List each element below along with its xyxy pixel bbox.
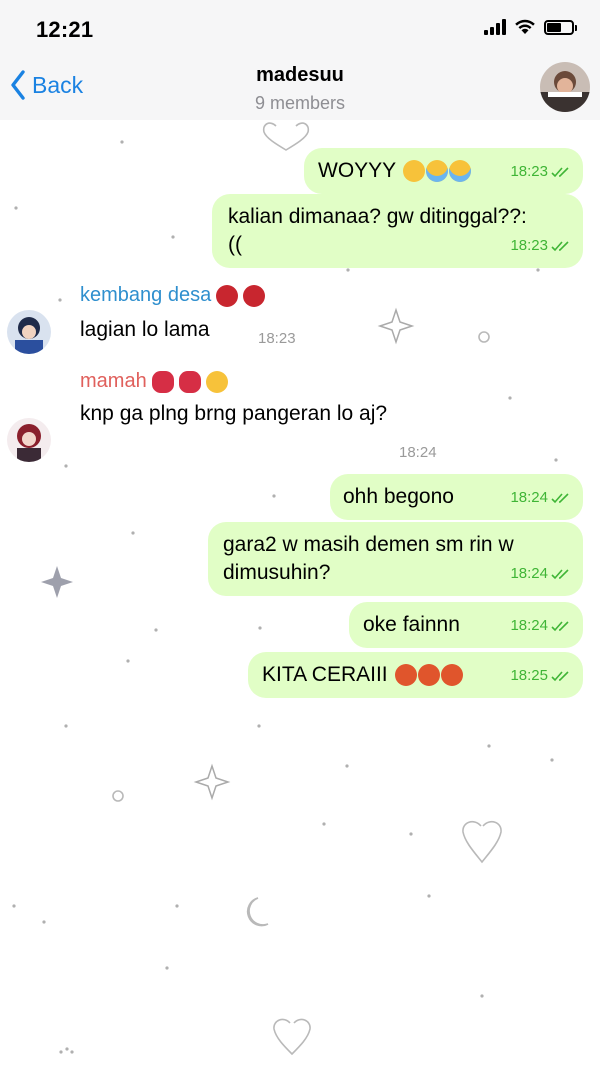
message-meta: 18:24 — [510, 612, 571, 640]
wifi-icon — [515, 19, 535, 34]
sob-face-icon — [448, 160, 471, 183]
message-text: gara2 w masih demen sm rin w — [223, 533, 514, 556]
battery-icon — [544, 19, 577, 35]
message-text: WOYYY — [318, 159, 396, 182]
avatar-kembang-desa[interactable] — [7, 310, 51, 354]
ogre-mask-icon — [216, 284, 239, 307]
avatar-mamah[interactable] — [7, 418, 51, 462]
message-meta: 18:24 — [510, 484, 571, 512]
message-time: 18:24 — [510, 565, 548, 582]
message-outgoing[interactable]: WOYYY 18:23 — [304, 148, 583, 194]
message-time: 18:24 — [399, 444, 437, 461]
kiss-mark-icon — [151, 370, 174, 393]
message-outgoing[interactable]: KITA CERAIII 18:25 — [248, 652, 583, 698]
pleading-face-icon — [402, 160, 425, 183]
member-count: 9 members — [254, 93, 346, 113]
message-meta: 18:23 — [510, 158, 571, 186]
message-time: 18:24 — [510, 617, 548, 634]
message-meta: 18:25 — [510, 662, 571, 690]
message-incoming[interactable]: lagian lo lama 18:23 — [66, 312, 306, 352]
message-text: ohh begono — [343, 485, 454, 508]
message-outgoing[interactable]: gara2 w masih demen sm rin w dimusuhin? … — [208, 522, 583, 596]
message-time: 18:23 — [510, 163, 548, 180]
message-time: 18:23 — [258, 330, 296, 347]
message-text: oke fainnn — [363, 613, 460, 636]
sender-name[interactable]: mamah — [80, 370, 228, 393]
message-time: 18:23 — [510, 237, 548, 254]
cursing-face-icon — [394, 664, 417, 687]
group-avatar[interactable] — [540, 62, 590, 112]
signal-icon — [484, 19, 506, 35]
message-outgoing[interactable]: oke fainnn 18:24 — [349, 602, 583, 648]
double-check-icon — [551, 569, 569, 580]
chat-title[interactable]: madesuu — [0, 64, 600, 87]
double-check-icon — [551, 621, 569, 632]
status-icons — [484, 19, 577, 35]
heart-eyes-icon — [205, 370, 228, 393]
cursing-face-icon — [440, 664, 463, 687]
message-outgoing[interactable]: kalian dimanaa? gw ditinggal??: (( 18:23 — [212, 194, 583, 268]
chat-area[interactable]: WOYYY 18:23 kalian dimanaa? gw ditinggal… — [0, 120, 600, 1071]
double-check-icon — [551, 671, 569, 682]
message-meta: 18:24 — [510, 560, 571, 588]
ogre-mask-icon — [243, 284, 266, 307]
double-check-icon — [551, 241, 569, 252]
message-text: dimusuhin? — [223, 561, 331, 584]
cursing-face-icon — [417, 664, 440, 687]
message-time: 18:24 — [510, 489, 548, 506]
kiss-mark-icon — [178, 370, 201, 393]
status-time: 12:21 — [36, 17, 94, 42]
message-text: lagian lo lama — [80, 318, 210, 341]
message-time: 18:25 — [510, 667, 548, 684]
message-meta: 18:23 — [510, 232, 571, 260]
sob-face-icon — [425, 160, 448, 183]
sender-name[interactable]: kembang desa — [80, 284, 266, 307]
message-text: knp ga plng brng pangeran lo aj? — [80, 402, 388, 425]
double-check-icon — [551, 167, 569, 178]
message-outgoing[interactable]: ohh begono 18:24 — [330, 474, 583, 520]
message-text: (( — [228, 233, 242, 256]
message-text: KITA CERAIII — [262, 663, 388, 686]
double-check-icon — [551, 493, 569, 504]
message-text: kalian dimanaa? gw ditinggal??: — [228, 205, 527, 228]
status-bar: 12:21 — [0, 0, 600, 58]
message-incoming[interactable]: knp ga plng brng pangeran lo aj? 18:24 — [66, 396, 456, 466]
chat-header: Back madesuu 9 members — [0, 58, 600, 120]
